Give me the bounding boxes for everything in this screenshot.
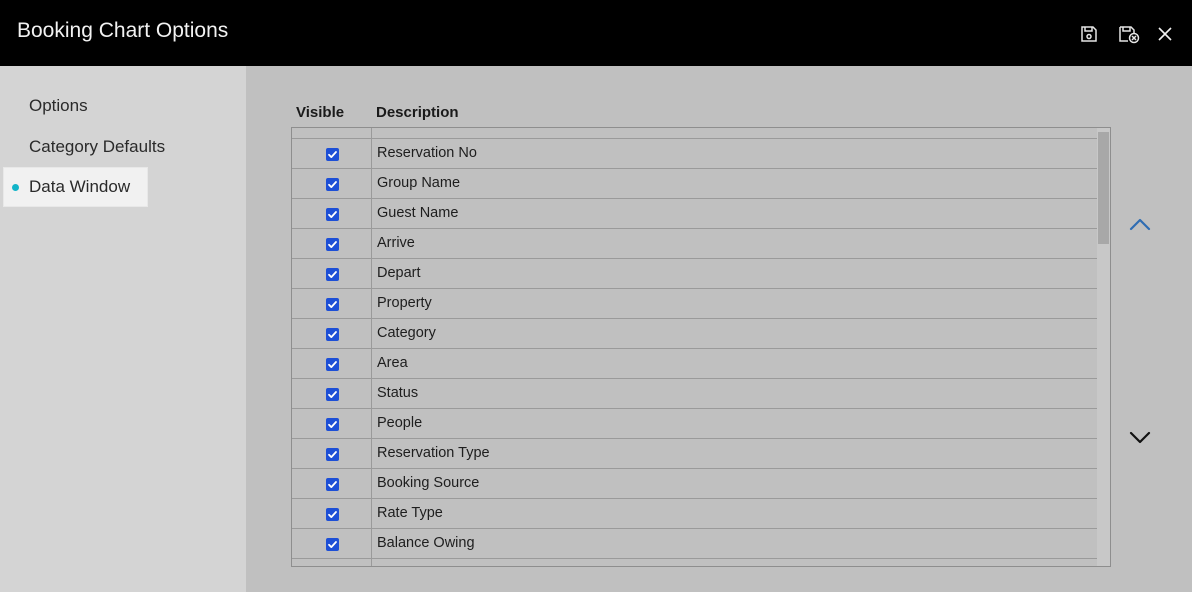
sidebar-item-data-window[interactable]: Data Window [4,168,147,206]
table-row[interactable]: Area [292,349,1097,379]
table-row[interactable]: Booking Source [292,469,1097,499]
close-button[interactable] [1151,20,1179,48]
row-description: Group Name [377,175,461,191]
row-description: Reservation Type [377,445,490,461]
visible-checkbox[interactable] [326,358,339,371]
table-row[interactable]: People [292,409,1097,439]
visible-checkbox[interactable] [326,448,339,461]
scrollbar-thumb[interactable] [1098,132,1109,244]
visible-checkbox[interactable] [326,298,339,311]
chevron-up-icon [1129,217,1151,236]
save-and-close-button[interactable] [1115,20,1143,48]
column-header-visible[interactable]: Visible [296,104,344,121]
row-description: People [377,415,423,431]
save-button[interactable] [1075,20,1103,48]
visible-checkbox[interactable] [326,208,339,221]
chevron-down-icon [1129,430,1151,449]
row-description: Arrive [377,235,415,251]
data-window-grid: Reservation No Group Name Guest Name Arrive… [291,127,1111,567]
save-icon [1079,24,1099,44]
window-title: Booking Chart Options [17,19,229,42]
row-description: Property [377,295,432,311]
table-row[interactable]: Depart [292,259,1097,289]
visible-checkbox[interactable] [326,328,339,341]
row-description: Area [377,355,408,371]
move-up-button[interactable] [1124,212,1156,240]
visible-checkbox[interactable] [326,268,339,281]
move-down-button[interactable] [1124,425,1156,453]
sidebar-item-category-defaults[interactable]: Category Defaults [4,128,165,166]
active-indicator-dot [12,184,19,191]
table-row[interactable]: Reservation Type [292,439,1097,469]
table-row[interactable]: Arrive [292,229,1097,259]
row-description: Booking Source [377,475,480,491]
sidebar-item-label: Data Window [29,177,131,196]
grid-rows: Reservation No Group Name Guest Name Arrive… [292,139,1097,559]
table-row[interactable]: Rate Type [292,499,1097,529]
sidebar-item-label: Category Defaults [29,137,166,156]
column-header-description[interactable]: Description [376,104,459,121]
table-row[interactable]: Group Name [292,169,1097,199]
table-row[interactable]: Balance Owing [292,529,1097,559]
visible-checkbox[interactable] [326,478,339,491]
close-icon [1157,26,1173,42]
visible-checkbox[interactable] [326,178,339,191]
sidebar-item-label: Options [29,96,88,115]
row-description: Balance Owing [377,535,475,551]
title-bar: Booking Chart Options [0,0,1192,66]
row-description: Category [377,325,436,341]
row-description: Depart [377,265,421,281]
table-row[interactable]: Property [292,289,1097,319]
visible-checkbox[interactable] [326,238,339,251]
row-description: Rate Type [377,505,443,521]
vertical-scrollbar[interactable] [1097,128,1110,566]
visible-checkbox[interactable] [326,148,339,161]
table-row[interactable]: Reservation No [292,139,1097,169]
visible-checkbox[interactable] [326,538,339,551]
table-row[interactable]: Category [292,319,1097,349]
table-row[interactable]: Status [292,379,1097,409]
grid-column-divider [371,128,372,566]
save-close-icon [1117,24,1141,44]
visible-checkbox[interactable] [326,418,339,431]
row-description: Guest Name [377,205,459,221]
sidebar-item-options[interactable]: Options [4,87,147,125]
visible-checkbox[interactable] [326,388,339,401]
table-row[interactable]: Guest Name [292,199,1097,229]
row-description: Reservation No [377,145,477,161]
row-description: Status [377,385,419,401]
visible-checkbox[interactable] [326,508,339,521]
